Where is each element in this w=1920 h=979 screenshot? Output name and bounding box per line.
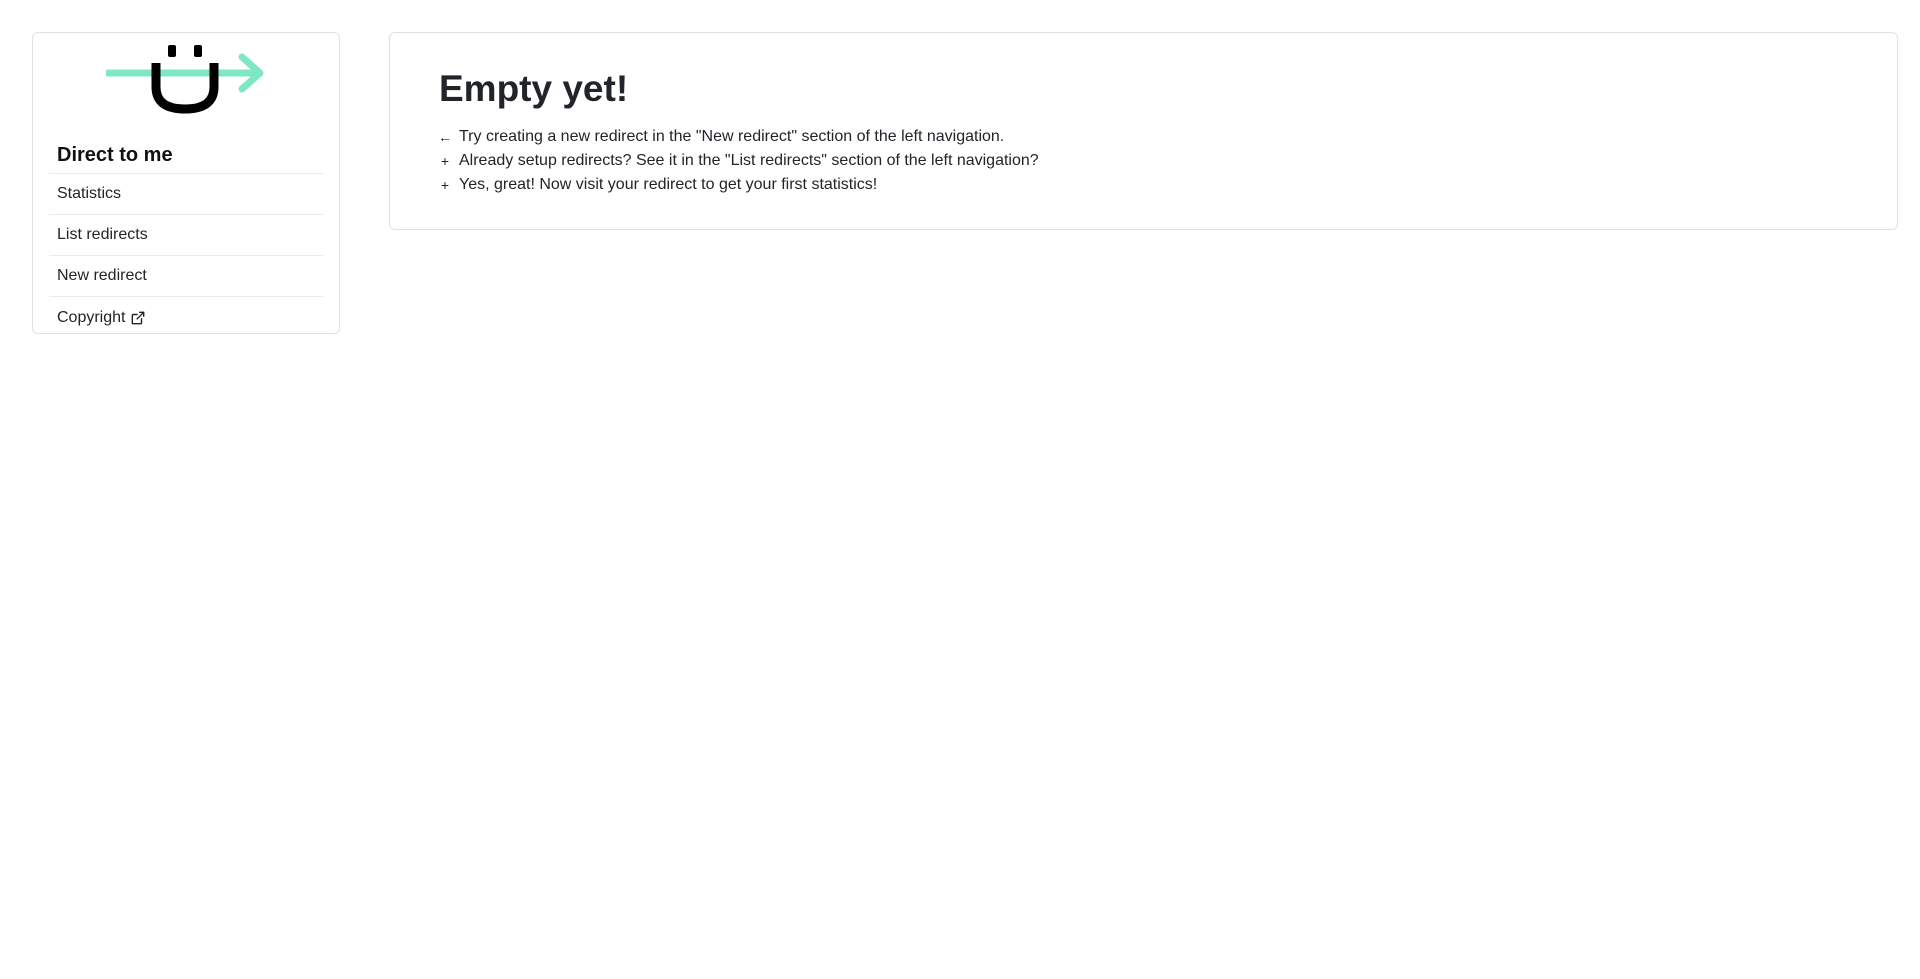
sidebar-item-list-redirects[interactable]: List redirects xyxy=(49,215,323,256)
direct-to-me-logo-icon xyxy=(106,45,264,114)
sidebar-nav: Statistics List redirects New redirect C… xyxy=(49,174,323,338)
brand-title: Direct to me xyxy=(49,131,323,174)
sidebar-item-statistics[interactable]: Statistics xyxy=(49,174,323,215)
empty-state-card: Empty yet! ← Try creating a new redirect… xyxy=(389,32,1898,230)
sidebar-item-label: List redirects xyxy=(57,226,148,243)
external-link-icon xyxy=(131,311,145,325)
sidebar-item-copyright[interactable]: Copyright xyxy=(49,297,323,338)
tips-list: ← Try creating a new redirect in the "Ne… xyxy=(438,125,1848,197)
list-item: + Yes, great! Now visit your redirect to… xyxy=(439,173,1848,197)
tip-text: Yes, great! Now visit your redirect to g… xyxy=(459,176,878,193)
tip-text: Already setup redirects? See it in the "… xyxy=(459,152,1039,169)
sidebar-item-label: Copyright xyxy=(57,308,126,326)
sidebar-item-new-redirect[interactable]: New redirect xyxy=(49,256,323,297)
tip-text: Try creating a new redirect in the "New … xyxy=(459,128,1005,145)
arrow-left-icon: ← xyxy=(438,129,452,145)
logo[interactable] xyxy=(49,33,323,131)
sidebar-item-label: New redirect xyxy=(57,267,147,284)
plus-icon: + xyxy=(440,177,450,193)
page-title: Empty yet! xyxy=(439,68,629,109)
sidebar-item-label: Statistics xyxy=(57,185,122,202)
plus-icon: + xyxy=(440,153,450,169)
sidebar: Direct to me Statistics List redirects N… xyxy=(32,32,340,334)
list-item: + Already setup redirects? See it in the… xyxy=(439,149,1848,173)
list-item: ← Try creating a new redirect in the "Ne… xyxy=(438,125,1848,149)
